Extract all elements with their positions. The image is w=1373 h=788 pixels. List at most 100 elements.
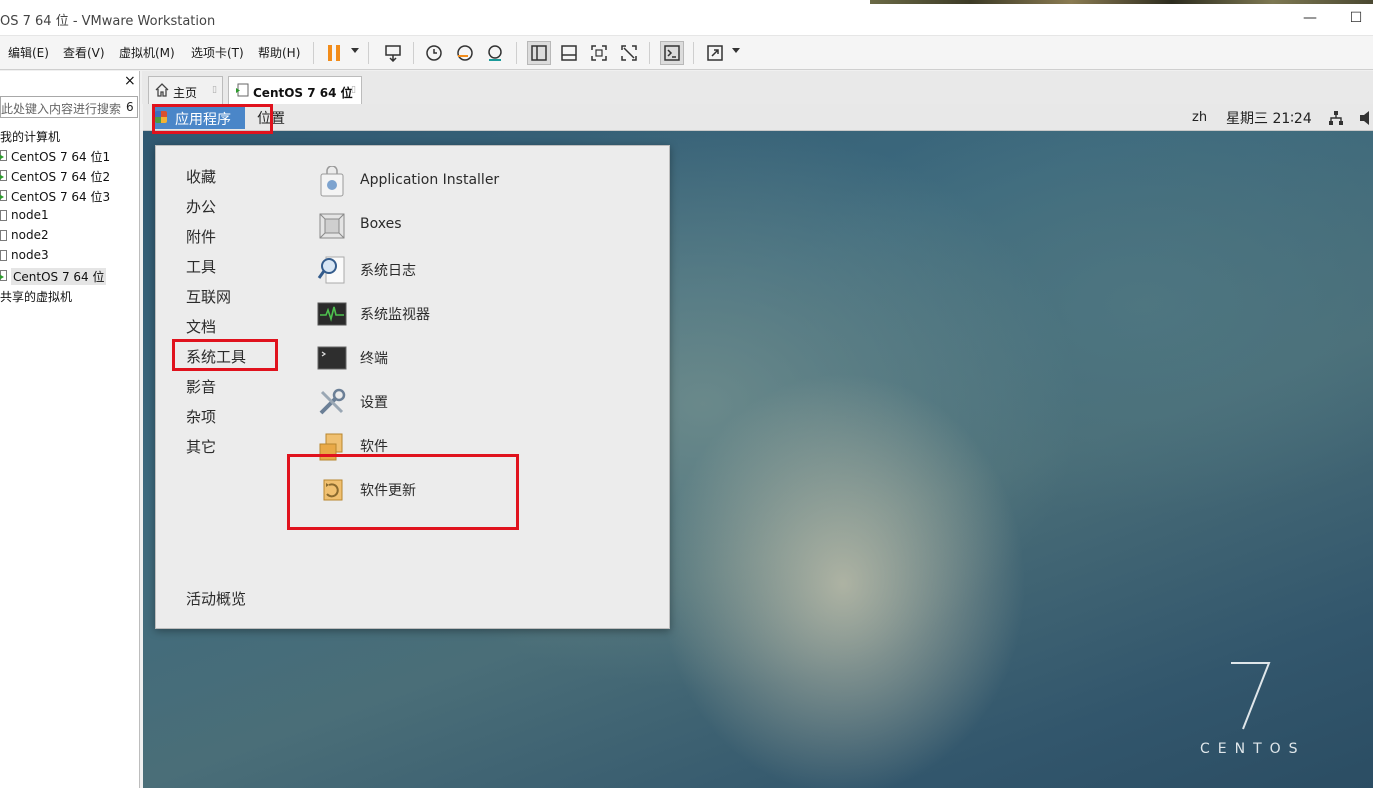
vm-running-icon [0, 150, 7, 161]
clock[interactable]: 星期三 21∶24 [1226, 108, 1312, 128]
tab-label: CentOS 7 64 位 [253, 86, 353, 100]
tree-node-label: CentOS 7 64 位3 [11, 190, 111, 204]
vm-running-icon [0, 170, 7, 181]
logo-number: 7 [1225, 659, 1233, 662]
category-utilities[interactable]: 工具 [186, 256, 216, 277]
toolbar-separator [649, 42, 650, 64]
boxes-icon [319, 213, 345, 239]
library-sidebar: × 此处键入内容进行搜索 6 我的计算机 CentOS 7 64 位1 Cent… [0, 71, 140, 788]
thumbnail-bar-icon[interactable] [557, 41, 581, 65]
vm-icon [0, 210, 7, 221]
pause-icon[interactable] [322, 41, 346, 65]
app-label: 终端 [360, 351, 388, 367]
menu-help[interactable]: 帮助(H) [258, 44, 300, 61]
toolbar-separator [693, 42, 694, 64]
vm-running-icon [0, 190, 7, 201]
applications-dropdown: 收藏 办公 附件 工具 互联网 文档 系统工具 影音 杂项 其它 活动概览 Ap… [155, 145, 670, 629]
app-label: 系统日志 [360, 263, 416, 279]
app-label: 软件 [360, 439, 388, 455]
annotation-highlight-software-update [287, 454, 519, 530]
vm-console[interactable]: 应用程序 位置 zh 星期三 21∶24 收藏 办公 附件 工具 互联网 文档 … [143, 104, 1373, 788]
menu-view[interactable]: 查看(V) [63, 44, 105, 61]
category-sound-video[interactable]: 影音 [186, 376, 216, 397]
vm-icon [0, 250, 7, 261]
maximize-button[interactable]: ☐ [1346, 8, 1366, 28]
application-installer-icon [320, 166, 344, 197]
toolbar-separator [413, 42, 414, 64]
category-documents[interactable]: 文档 [186, 316, 216, 337]
show-library-icon[interactable] [527, 41, 551, 65]
category-other[interactable]: 其它 [186, 436, 216, 457]
activities-overview[interactable]: 活动概览 [186, 588, 246, 609]
terminal-icon [317, 346, 347, 370]
tab-strip: 主页 ▯ CentOS 7 64 位 ▯ [142, 71, 1373, 104]
centos-7-logo: 7 [1225, 659, 1271, 730]
window-title: OS 7 64 位 - VMware Workstation [0, 14, 216, 29]
tab-home[interactable]: 主页 ▯ [148, 76, 223, 104]
snapshot-icon[interactable] [422, 41, 446, 65]
category-favorites[interactable]: 收藏 [186, 166, 216, 187]
tree-node-vm[interactable]: node3 [0, 246, 138, 266]
app-label: 系统监视器 [360, 307, 430, 323]
vm-running-icon [0, 270, 7, 281]
network-icon[interactable] [1328, 110, 1344, 126]
tab-vm[interactable]: CentOS 7 64 位 ▯ [228, 76, 362, 104]
library-search-input[interactable]: 此处键入内容进行搜索 6 [0, 96, 138, 118]
tree-node-my-computer[interactable]: 我的计算机 [0, 126, 138, 146]
menu-vm[interactable]: 虚拟机(M) [119, 44, 175, 61]
vm-icon [0, 230, 7, 241]
window-title-bar: OS 7 64 位 - VMware Workstation — ☐ [0, 0, 1373, 36]
close-library-icon[interactable]: × [124, 73, 136, 89]
app-label: Application Installer [360, 172, 500, 188]
tree-node-vm[interactable]: node2 [0, 226, 138, 246]
tree-node-vm[interactable]: node1 [0, 206, 138, 226]
menu-toolbar: 编辑(E) 查看(V) 虚拟机(M) 选项卡(T) 帮助(H) [0, 36, 1373, 70]
tree-node-label: CentOS 7 64 位1 [11, 150, 111, 164]
unity-icon[interactable] [617, 41, 641, 65]
tree-node-label: node3 [11, 248, 49, 262]
category-office[interactable]: 办公 [186, 196, 216, 217]
console-view-icon[interactable] [660, 41, 684, 65]
tree-node-label: node1 [11, 208, 49, 222]
send-ctrl-alt-del-icon[interactable] [381, 41, 405, 65]
centos-wordmark: CENTOS [1200, 741, 1306, 757]
system-monitor-icon [317, 302, 347, 326]
tree-node-vm-selected[interactable]: CentOS 7 64 位 [0, 266, 138, 286]
menu-tabs[interactable]: 选项卡(T) [191, 44, 244, 61]
tree-node-label: node2 [11, 228, 49, 242]
app-label: 设置 [360, 395, 388, 411]
tab-label: 主页 [173, 86, 198, 100]
revert-snapshot-icon[interactable] [453, 41, 477, 65]
tree-node-vm[interactable]: CentOS 7 64 位1 [0, 146, 138, 166]
settings-icon [319, 388, 346, 415]
category-accessories[interactable]: 附件 [186, 226, 216, 247]
tree-node-label: CentOS 7 64 位 [11, 268, 107, 285]
category-internet[interactable]: 互联网 [186, 286, 231, 307]
toolbar-separator [313, 42, 314, 64]
tree-node-shared-vms[interactable]: 共享的虚拟机 [0, 286, 138, 306]
tab-close-icon[interactable]: ▯ [351, 85, 356, 95]
stretch-dropdown-chevron-down-icon[interactable] [732, 48, 740, 53]
category-sundry[interactable]: 杂项 [186, 406, 216, 427]
pause-dropdown-chevron-down-icon[interactable] [351, 48, 359, 53]
tab-close-icon[interactable]: ▯ [212, 85, 217, 95]
minimize-button[interactable]: — [1300, 8, 1320, 28]
input-language-indicator[interactable]: zh [1192, 110, 1207, 125]
vm-running-icon [236, 83, 249, 97]
annotation-highlight-system-tools [172, 339, 278, 371]
annotation-highlight-applications [152, 104, 273, 134]
full-screen-icon[interactable] [587, 41, 611, 65]
home-icon [155, 83, 169, 97]
tree-node-label: CentOS 7 64 位2 [11, 170, 111, 184]
tree-node-vm[interactable]: CentOS 7 64 位2 [0, 166, 138, 186]
toolbar-separator [368, 42, 369, 64]
snapshot-manager-icon[interactable] [483, 41, 507, 65]
menu-edit[interactable]: 编辑(E) [8, 44, 49, 61]
volume-icon[interactable] [1359, 110, 1373, 126]
vm-tree: 我的计算机 CentOS 7 64 位1 CentOS 7 64 位2 Cent… [0, 126, 138, 306]
stretch-view-icon[interactable] [703, 41, 727, 65]
background-photo-strip [870, 0, 1373, 4]
tree-node-label: 共享的虚拟机 [0, 290, 73, 304]
tree-node-vm[interactable]: CentOS 7 64 位3 [0, 186, 138, 206]
search-dropdown-chevron-down-icon[interactable]: 6 [126, 100, 134, 114]
